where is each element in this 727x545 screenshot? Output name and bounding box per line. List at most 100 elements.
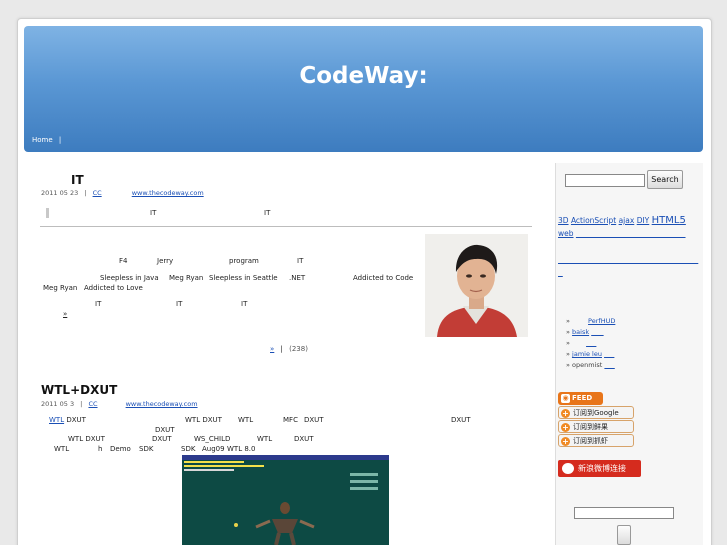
site-header: CodeWay: Home | — [24, 26, 703, 152]
body-text: IT — [241, 300, 248, 308]
subscribe-label: 订阅到鲜果 — [573, 423, 608, 431]
author-photo — [425, 234, 528, 337]
blogroll-link[interactable]: PerfHUD — [572, 317, 615, 325]
body-text: DXUT — [155, 426, 175, 434]
secondary-input[interactable] — [574, 507, 674, 519]
body-text: WS_CHILD — [194, 435, 231, 443]
nav-bar: Home | — [32, 136, 61, 144]
subscribe-zhuaxia-button[interactable]: + 订阅到抓虾 — [558, 434, 634, 447]
demo-screenshot — [182, 455, 389, 545]
subscribe-label: 订阅到Google — [573, 409, 619, 417]
post-date: 2011 05 23 — [41, 189, 79, 197]
body-text: F4 — [119, 257, 128, 265]
tag-html5[interactable]: HTML5 — [652, 215, 686, 226]
nav-separator: | — [58, 136, 62, 144]
body-text: Addicted to Love — [84, 284, 143, 292]
tag-cloud: 3D ActionScript ajax DIY HTML5 web — [558, 214, 696, 279]
body-text: Aug09 — [202, 445, 225, 453]
category-link[interactable] — [73, 209, 81, 218]
body-text: Meg Ryan — [169, 274, 204, 282]
body-text: WTL — [54, 445, 70, 453]
body-text: WTL DXUT — [185, 416, 222, 424]
body-text: DXUT — [152, 435, 172, 443]
subscribe-google-button[interactable]: + 订阅到Google — [558, 406, 634, 419]
body-text: Jerry — [157, 257, 174, 265]
body-text: IT — [176, 300, 183, 308]
subscribe-label: 订阅到抓虾 — [573, 437, 608, 445]
blogroll: » PerfHUD » baisk » » jamie leu » openmi… — [566, 316, 615, 371]
body-text: DXUT — [304, 416, 324, 424]
portrait-image — [425, 234, 528, 337]
body-text: program — [229, 257, 259, 265]
body-text: SDK — [181, 445, 196, 453]
body-text: WTL — [238, 416, 254, 424]
body-text: WTL 8.0 — [227, 445, 256, 453]
body-text: DXUT — [451, 416, 471, 424]
3d-demo-image — [182, 455, 389, 545]
body-text: IT — [95, 300, 102, 308]
post-meta: 2011 05 3 | CC www.thecodeway.com — [41, 400, 198, 408]
body-text: MFC — [283, 416, 298, 424]
blogroll-link[interactable] — [591, 328, 603, 336]
body-text: WTL — [257, 435, 273, 443]
body-text: SDK — [139, 445, 154, 453]
body-text: .NET — [289, 274, 306, 282]
weibo-label: 新浪微博连接 — [578, 464, 626, 473]
post-meta: 2011 05 23 | CC www.thecodeway.com — [41, 189, 204, 197]
weibo-icon — [562, 463, 574, 474]
crumb-it-2: IT — [264, 209, 271, 217]
secondary-button[interactable] — [617, 525, 631, 545]
blogroll-link[interactable]: jamie leu — [572, 350, 602, 358]
meta-separator: | — [80, 400, 83, 408]
comments-link[interactable]: » — [264, 345, 274, 353]
divider — [40, 226, 532, 227]
site-title[interactable]: CodeWay: — [24, 63, 703, 89]
blogroll-item: » baisk — [566, 327, 615, 338]
weibo-link-button[interactable]: 新浪微博连接 — [558, 460, 641, 477]
body-text: WTL DXUT — [49, 416, 86, 424]
body-text: Demo — [110, 445, 131, 453]
post-title[interactable]: WTL+DXUT — [41, 383, 117, 397]
site-link[interactable]: www.thecodeway.com — [126, 400, 198, 408]
blogroll-item: » — [566, 338, 615, 349]
blogroll-link[interactable] — [572, 339, 596, 347]
blogroll-link[interactable] — [604, 361, 614, 369]
wtl-link[interactable]: WTL — [49, 416, 64, 424]
tag-3d[interactable]: 3D — [558, 216, 569, 225]
body-text: WTL DXUT — [68, 435, 105, 443]
comments-row: » | (238) — [264, 345, 308, 353]
blogroll-item: » jamie leu — [566, 349, 615, 360]
blogroll-link[interactable]: baisk — [572, 328, 589, 336]
tag-link[interactable] — [558, 268, 563, 277]
plus-icon: + — [561, 437, 570, 446]
blogroll-item: » openmist — [566, 360, 615, 371]
post-title[interactable]: IT — [71, 173, 84, 187]
author-link[interactable]: CC — [93, 189, 116, 197]
author-link[interactable]: CC — [88, 400, 109, 408]
site-link[interactable]: www.thecodeway.com — [132, 189, 204, 197]
meta-separator: | — [84, 189, 87, 197]
body-text: Sleepless in Java — [100, 274, 159, 282]
body-text: h — [98, 445, 103, 453]
comments-count: (238) — [289, 345, 308, 353]
blogroll-item: » PerfHUD — [566, 317, 616, 325]
quote-bar — [46, 208, 49, 218]
rss-feed-button[interactable]: ◉ FEED — [558, 392, 603, 405]
crumb-it-1: IT — [150, 209, 157, 217]
read-more-link[interactable]: » — [41, 310, 67, 318]
nav-home-link[interactable]: Home — [32, 136, 53, 144]
body-text: IT — [297, 257, 304, 265]
tag-web[interactable]: web — [558, 229, 574, 238]
rss-icon: ◉ — [561, 394, 570, 403]
tag-actionscript[interactable]: ActionScript — [571, 216, 616, 225]
search-button[interactable]: Search — [647, 170, 683, 189]
blogroll-link[interactable] — [604, 350, 614, 358]
search-input[interactable] — [565, 174, 645, 187]
tag-link[interactable] — [576, 229, 686, 238]
plus-icon: + — [561, 409, 570, 418]
tag-ajax[interactable]: ajax — [619, 216, 635, 225]
feed-label: FEED — [572, 394, 593, 402]
tag-link[interactable] — [558, 255, 698, 264]
tag-diy[interactable]: DIY — [637, 216, 650, 225]
subscribe-xianguo-button[interactable]: + 订阅到鲜果 — [558, 420, 634, 433]
